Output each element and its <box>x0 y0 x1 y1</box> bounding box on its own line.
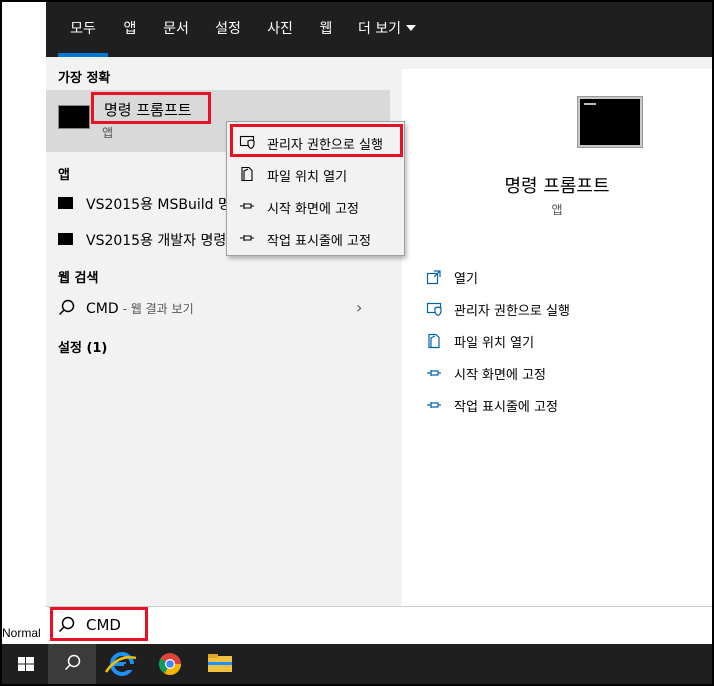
action-label: 시작 화면에 고정 <box>454 368 546 383</box>
action-pin-to-start[interactable]: 시작 화면에 고정 <box>426 361 686 387</box>
menu-item-pin-to-taskbar[interactable]: 작업 표시줄에 고정 <box>227 222 404 254</box>
pin-icon <box>427 402 441 408</box>
taskbar-chrome-button[interactable] <box>146 644 194 684</box>
menu-item-label: 시작 화면에 고정 <box>267 202 359 217</box>
background-style-label: Normal <box>2 626 41 640</box>
pin-icon <box>240 203 254 209</box>
search-box[interactable]: CMD <box>46 606 712 644</box>
web-search-text: CMD - 웹 결과 보기 <box>86 300 194 317</box>
action-run-as-admin[interactable]: 관리자 권한으로 실행 <box>426 297 686 323</box>
file-icon <box>241 166 253 182</box>
taskbar-file-explorer-button[interactable] <box>196 644 244 684</box>
taskbar-search-button[interactable] <box>48 644 96 684</box>
best-match-subtitle: 앱 <box>102 126 114 140</box>
preview-title: 명령 프롬프트 <box>504 176 610 197</box>
menu-item-run-as-admin[interactable]: 관리자 권한으로 실행 <box>227 126 404 158</box>
file-icon <box>428 333 440 349</box>
search-icon <box>58 299 75 316</box>
action-open[interactable]: 열기 <box>426 265 686 291</box>
menu-item-open-file-location[interactable]: 파일 위치 열기 <box>227 158 404 190</box>
best-match-header: 가장 정확 <box>58 71 111 86</box>
apps-header: 앱 <box>58 168 70 183</box>
web-search-item[interactable]: CMD - 웹 결과 보기 › <box>46 292 390 326</box>
tab-all[interactable]: 모두 <box>58 2 108 57</box>
windows-logo-icon <box>18 657 34 671</box>
tab-photos[interactable]: 사진 <box>260 2 300 57</box>
tab-documents[interactable]: 문서 <box>156 2 196 57</box>
list-item-label: VS2015용 MSBuild 명 <box>86 197 231 213</box>
shield-icon <box>426 302 442 317</box>
cmd-app-icon <box>58 197 73 209</box>
chevron-down-icon <box>406 25 417 31</box>
cmd-app-icon <box>578 97 642 147</box>
open-icon <box>426 270 441 285</box>
shield-icon <box>239 135 255 150</box>
cmd-app-icon <box>58 233 73 245</box>
list-item-label: VS2015용 개발자 명령 <box>86 233 227 249</box>
tab-apps[interactable]: 앱 <box>116 2 144 57</box>
action-pin-to-taskbar[interactable]: 작업 표시줄에 고정 <box>426 393 686 419</box>
tab-settings[interactable]: 설정 <box>208 2 248 57</box>
cmd-app-icon <box>58 105 90 129</box>
taskbar <box>2 644 712 684</box>
tab-more[interactable]: 더 보기 <box>352 2 422 57</box>
pin-icon <box>427 370 441 376</box>
menu-item-pin-to-start[interactable]: 시작 화면에 고정 <box>227 190 404 222</box>
preview-subtitle: 앱 <box>551 203 563 217</box>
context-menu: 관리자 권한으로 실행 파일 위치 열기 시작 화면에 고정 작업 표시줄에 고… <box>226 121 405 256</box>
chevron-right-icon[interactable]: › <box>356 298 362 317</box>
edge-icon <box>104 652 137 676</box>
start-button[interactable] <box>2 644 50 684</box>
chrome-icon <box>159 653 181 675</box>
best-match-title-highlight: 명령 프롬프트 <box>91 92 211 124</box>
tab-more-label: 더 보기 <box>357 21 402 37</box>
web-search-query: CMD <box>86 301 119 317</box>
menu-item-label: 관리자 권한으로 실행 <box>267 138 383 153</box>
preview-pane: 명령 프롬프트 앱 열기 관리자 권한으로 실행 파일 위치 열기 시작 화면에… <box>402 69 712 609</box>
background-document <box>2 2 46 644</box>
action-label: 파일 위치 열기 <box>454 336 535 351</box>
search-input[interactable]: CMD <box>86 616 121 634</box>
start-menu-search-panel: 모두 앱 문서 설정 사진 웹 더 보기 가장 정확 명령 프롬프트 앱 앱 V… <box>46 2 712 644</box>
pin-icon <box>240 235 254 241</box>
taskbar-edge-button[interactable] <box>98 644 146 684</box>
settings-header[interactable]: 설정 (1) <box>58 337 107 356</box>
search-icon <box>58 616 75 633</box>
tab-web[interactable]: 웹 <box>312 2 340 57</box>
filter-tabs: 모두 앱 문서 설정 사진 웹 더 보기 <box>46 2 712 57</box>
menu-item-label: 작업 표시줄에 고정 <box>267 234 371 249</box>
file-explorer-icon <box>208 654 232 672</box>
best-match-title: 명령 프롬프트 <box>104 101 192 119</box>
action-label: 관리자 권한으로 실행 <box>454 304 570 319</box>
action-label: 작업 표시줄에 고정 <box>454 400 558 415</box>
search-icon <box>64 654 81 671</box>
menu-item-label: 파일 위치 열기 <box>267 170 348 185</box>
action-label: 열기 <box>454 272 478 287</box>
action-open-file-location[interactable]: 파일 위치 열기 <box>426 329 686 355</box>
web-search-header: 웹 검색 <box>58 271 99 286</box>
web-search-hint: - 웹 결과 보기 <box>122 302 194 316</box>
